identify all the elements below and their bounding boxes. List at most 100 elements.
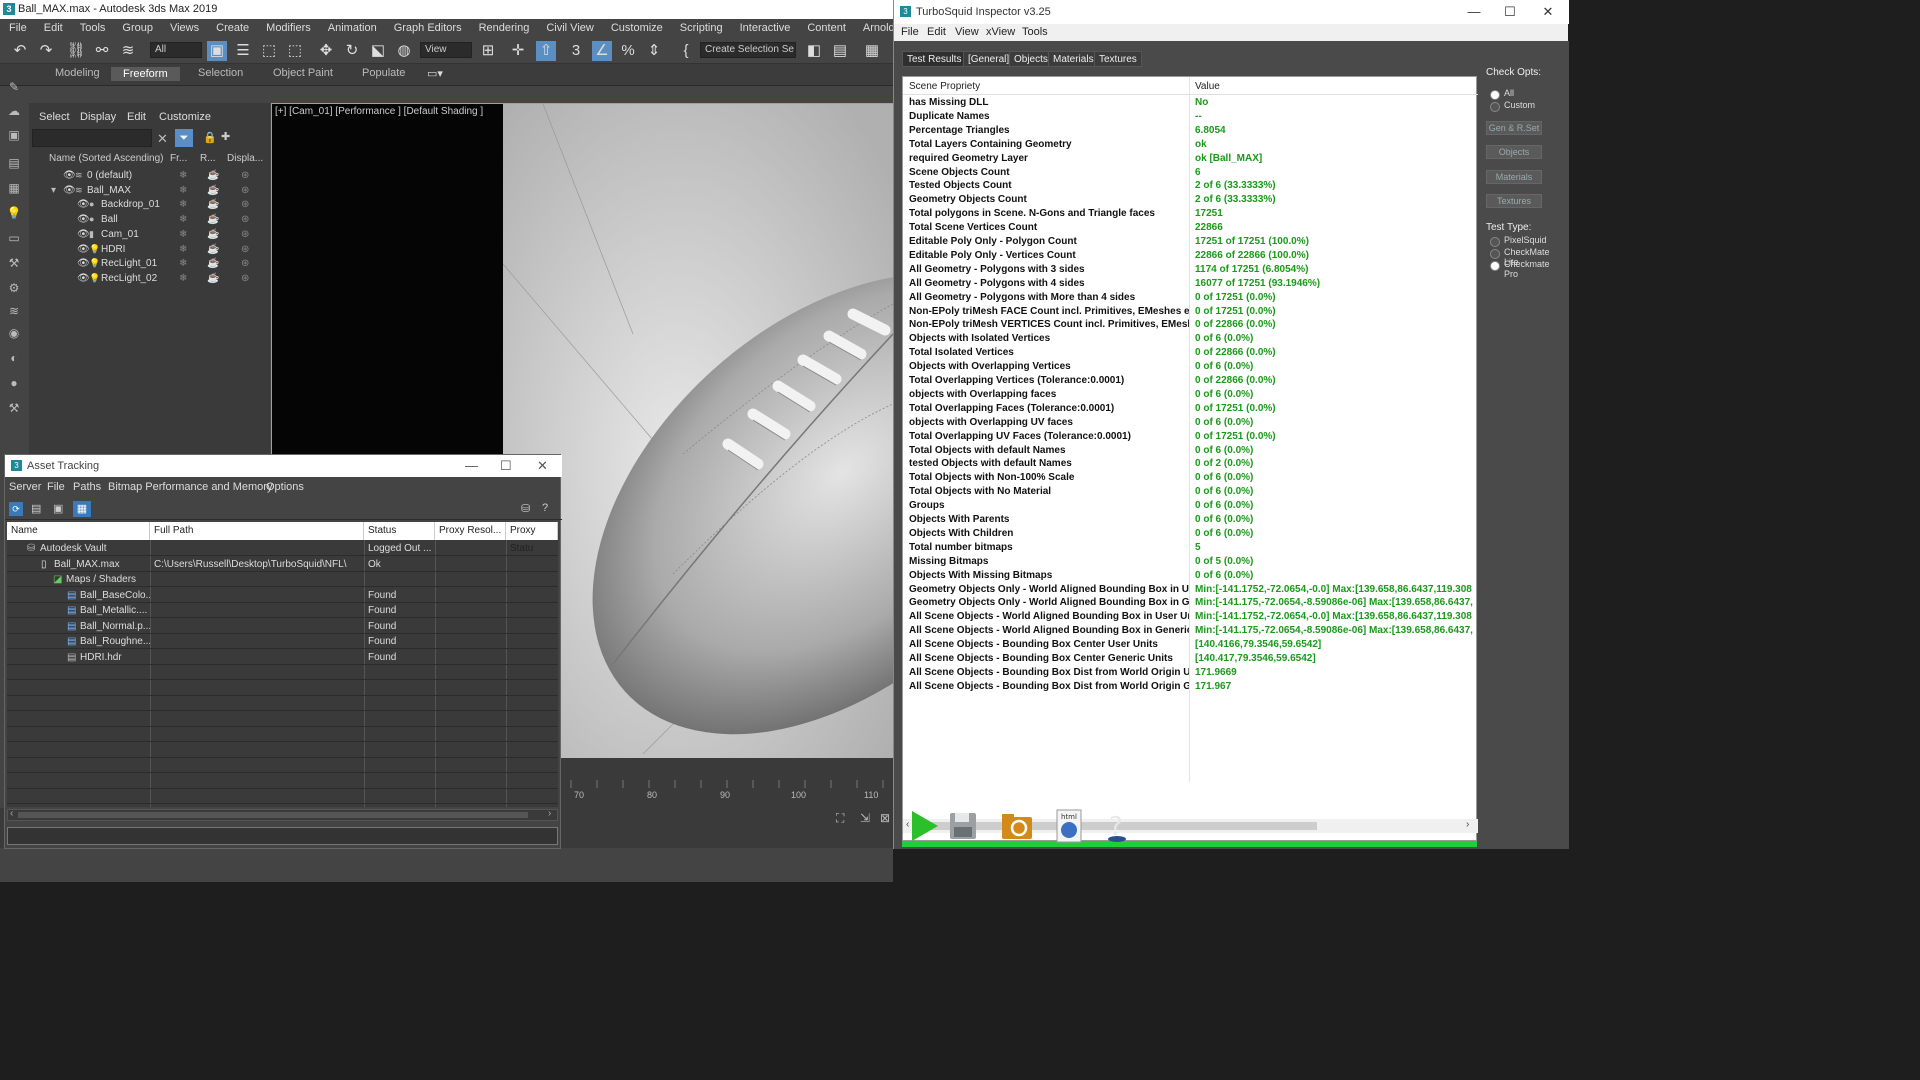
test-result-row[interactable]: has Missing DLL No [903, 96, 1478, 110]
viewport-left-area[interactable] [271, 103, 503, 454]
renderable-icon[interactable]: ☕ [207, 183, 219, 198]
col-display[interactable]: Displa... [227, 153, 263, 164]
max-menu-item[interactable]: Create [207, 22, 257, 34]
display-icon[interactable]: ⊛ [241, 271, 249, 286]
test-result-row[interactable]: Total Isolated Vertices 0 of 22866 (0.0%) [903, 346, 1478, 360]
thumbnail-view-icon[interactable]: ▣ [53, 502, 63, 515]
select-object-icon[interactable]: ▣ [207, 41, 227, 61]
test-result-row[interactable]: Objects with Isolated Vertices 0 of 6 (0.… [903, 332, 1478, 346]
close-icon[interactable]: ✕ [537, 455, 548, 477]
max-menu-item[interactable]: Interactive [731, 22, 799, 34]
renderable-icon[interactable]: ☕ [207, 256, 219, 271]
visibility-eye-icon[interactable]: 👁 [77, 197, 90, 212]
vault-icon[interactable]: ⛁ [521, 502, 530, 515]
renderable-icon[interactable]: ☕ [207, 212, 219, 227]
test-result-row[interactable]: Editable Poly Only - Vertices Count 22866… [903, 249, 1478, 263]
add-layer-icon[interactable]: ✚ [221, 130, 230, 143]
tab-general[interactable]: [General] [963, 51, 1015, 67]
align-icon[interactable]: ▤ [830, 41, 850, 61]
test-result-row[interactable]: Missing Bitmaps 0 of 5 (0.0%) [903, 555, 1478, 569]
selection-filter-select[interactable]: All [150, 42, 202, 58]
scale-icon[interactable]: ⬕ [368, 41, 388, 61]
max-menu-item[interactable]: File [0, 22, 35, 34]
at-menu-options[interactable]: Options [266, 481, 304, 493]
display-icon[interactable]: ⊛ [241, 197, 249, 212]
objects-button[interactable]: Objects [1486, 145, 1542, 159]
ribbon-tab-populate[interactable]: Populate [362, 67, 405, 79]
ribbon-tab-object-paint[interactable]: Object Paint [273, 67, 333, 79]
max-menu-item[interactable]: Views [161, 22, 207, 34]
rotate-icon[interactable]: ↻ [342, 41, 362, 61]
at-menu-file[interactable]: File [47, 481, 65, 493]
test-result-row[interactable]: All Scene Objects - Bounding Box Dist fr… [903, 666, 1478, 680]
col-full-path[interactable]: Full Path [150, 522, 364, 540]
test-result-row[interactable]: Total polygons in Scene. N-Gons and Tria… [903, 207, 1478, 221]
visibility-eye-icon[interactable]: 👁 [63, 183, 76, 198]
max-menu-item[interactable]: Content [798, 22, 854, 34]
display-icon[interactable]: ⊛ [241, 227, 249, 242]
create-icon[interactable]: ✎ [5, 80, 23, 94]
html-report-icon[interactable]: html [1052, 809, 1086, 843]
freeze-icon[interactable]: ❄ [179, 227, 187, 242]
sphere-icon[interactable]: ● [5, 376, 23, 390]
systems-icon[interactable]: ⚙ [5, 281, 23, 295]
test-result-row[interactable]: Objects With Children 0 of 6 (0.0%) [903, 527, 1478, 541]
test-result-row[interactable]: All Geometry - Polygons with 3 sides 1174… [903, 263, 1478, 277]
save-icon[interactable] [946, 809, 980, 843]
filter-toggle-icon[interactable]: ⏷ [175, 129, 193, 147]
test-result-row[interactable]: Geometry Objects Count 2 of 6 (33.3333%) [903, 193, 1478, 207]
scroll-thumb[interactable] [18, 812, 528, 818]
refresh-icon[interactable]: ⟳ [9, 502, 23, 516]
col-frozen[interactable]: Fr... [170, 153, 187, 164]
max-menu-item[interactable]: Modifiers [257, 22, 319, 34]
visibility-eye-icon[interactable]: 👁 [63, 168, 76, 183]
freeze-icon[interactable]: ❄ [179, 256, 187, 271]
test-result-row[interactable]: All Scene Objects - World Aligned Boundi… [903, 610, 1478, 624]
freeze-icon[interactable]: ❄ [179, 271, 187, 286]
asset-table-row[interactable]: ▤ Ball_Normal.p... Found [7, 619, 558, 634]
spinner-snap-icon[interactable]: ⇕ [644, 41, 664, 61]
test-type-checkmate-pro-radio[interactable]: Checkmate Pro [1490, 259, 1564, 279]
display-icon[interactable]: ⊛ [241, 183, 249, 198]
check-opts-all-radio[interactable]: All [1490, 88, 1514, 100]
scene-explorer-row[interactable]: 👁 ● Backdrop_01 ❄ ☕ ⊛ [45, 197, 267, 212]
timeline[interactable]: 70 80 90 100 110 [561, 758, 893, 808]
redo-icon[interactable]: ↷ [36, 41, 56, 61]
pivot-center-icon[interactable]: ⊞ [478, 41, 498, 61]
open-folder-icon[interactable] [1000, 809, 1034, 843]
display-icon[interactable]: ⊛ [241, 212, 249, 227]
list-view-icon[interactable]: ▤ [31, 502, 41, 515]
placement-icon[interactable]: ◍ [394, 41, 414, 61]
scene-explorer-row[interactable]: 👁 💡 RecLight_02 ❄ ☕ ⊛ [45, 271, 267, 286]
col-value[interactable]: Value [1195, 81, 1220, 92]
expand-arrow-icon[interactable]: ▾ [51, 183, 56, 198]
test-result-row[interactable]: Objects With Missing Bitmaps 0 of 6 (0.0%… [903, 569, 1478, 583]
asset-tracking-status-field[interactable] [7, 827, 558, 845]
viewport-label[interactable]: [+] [Cam_01] [Performance ] [Default Sha… [275, 106, 483, 117]
test-result-row[interactable]: Non-EPoly triMesh FACE Count incl. Primi… [903, 305, 1478, 319]
scene-explorer-row[interactable]: 👁 ▮ Cam_01 ❄ ☕ ⊛ [45, 227, 267, 242]
inspector-menu-xview[interactable]: xView [986, 26, 1015, 38]
max-menu-item[interactable]: Arnold [854, 22, 893, 34]
at-menu-paths[interactable]: Paths [73, 481, 101, 493]
scroll-right-icon[interactable]: › [548, 808, 551, 819]
render-icon[interactable]: ◉ [5, 326, 23, 340]
test-result-row[interactable]: All Scene Objects - World Aligned Boundi… [903, 624, 1478, 638]
minimize-icon[interactable]: — [465, 455, 478, 477]
ribbon-tab-modeling[interactable]: Modeling [55, 67, 100, 79]
test-result-row[interactable]: required Geometry Layer ok [Ball_MAX] [903, 152, 1478, 166]
tab-materials[interactable]: Materials [1048, 51, 1099, 67]
test-result-row[interactable]: Total Overlapping Vertices (Tolerance:0.… [903, 374, 1478, 388]
test-result-row[interactable]: Total Objects with Non-100% Scale 0 of 6 … [903, 471, 1478, 485]
minimize-icon[interactable]: — [1456, 0, 1492, 24]
renderable-icon[interactable]: ☕ [207, 271, 219, 286]
scene-explorer-row[interactable]: ▾ 👁 ≋ Ball_MAX ❄ ☕ ⊛ [45, 183, 267, 198]
textures-button[interactable]: Textures [1486, 194, 1542, 208]
help-question-icon[interactable]: ? [1100, 809, 1134, 843]
col-proxy-resolution[interactable]: Proxy Resol... [435, 522, 506, 540]
at-menu-server[interactable]: Server [9, 481, 41, 493]
inspector-menu-file[interactable]: File [901, 26, 919, 38]
test-result-row[interactable]: Total Scene Vertices Count 22866 [903, 221, 1478, 235]
pan-icon[interactable]: ⇲ [860, 811, 870, 825]
test-result-row[interactable]: Tested Objects Count 2 of 6 (33.3333%) [903, 179, 1478, 193]
